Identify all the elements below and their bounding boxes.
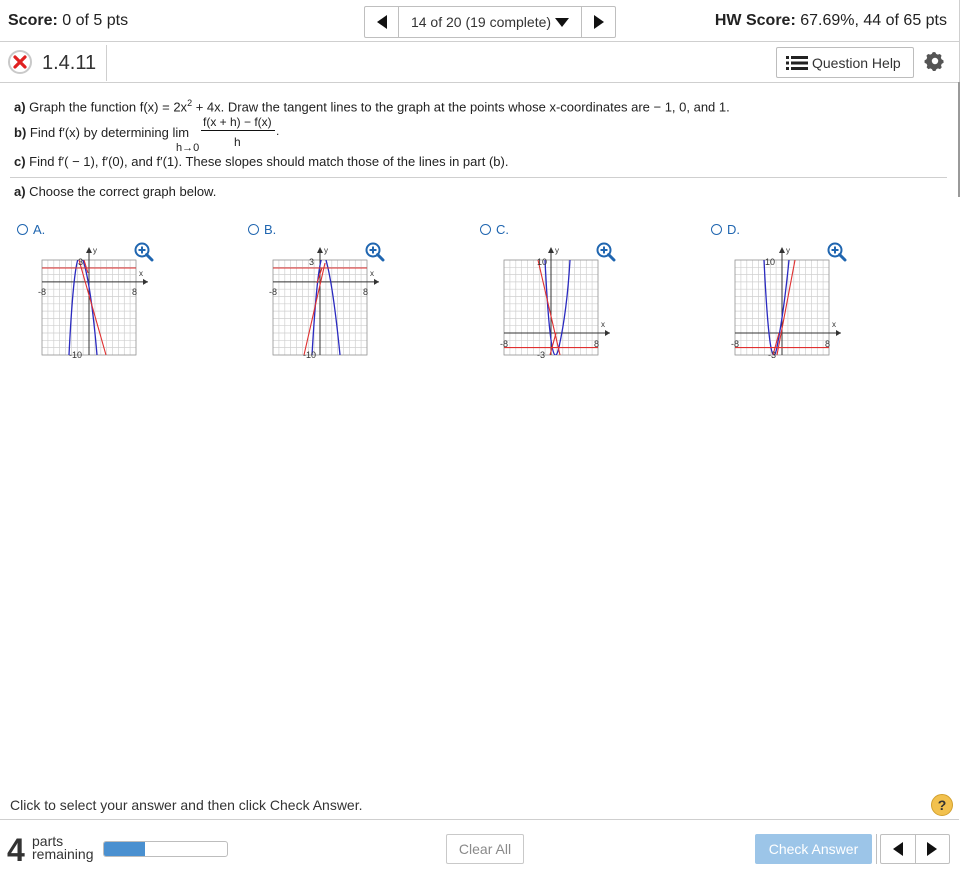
previous-question-button[interactable] bbox=[365, 7, 398, 37]
progress-bar bbox=[103, 841, 228, 857]
radio-c[interactable] bbox=[480, 224, 491, 235]
axis-label-x: x bbox=[139, 269, 143, 278]
incorrect-icon bbox=[8, 50, 32, 74]
question-help-button[interactable]: Question Help bbox=[776, 47, 914, 78]
question-navigator: 14 of 20 (19 complete) bbox=[364, 6, 616, 38]
tick-label: 8 bbox=[594, 339, 599, 349]
tick-label: -8 bbox=[731, 339, 739, 349]
tick-label: -3 bbox=[768, 350, 776, 359]
arrow-right-icon bbox=[593, 15, 604, 29]
divider bbox=[10, 177, 947, 178]
footer-instruction: Click to select your answer and then cli… bbox=[10, 797, 363, 813]
bottom-next-button[interactable] bbox=[914, 835, 950, 863]
gear-icon[interactable] bbox=[924, 50, 946, 72]
chevron-down-icon bbox=[555, 17, 570, 27]
tick-label: -10 bbox=[303, 350, 316, 359]
tick-label: 10 bbox=[765, 257, 775, 267]
tick-label: -8 bbox=[500, 339, 508, 349]
part-c-text: c) Find f′( − 1), f′(0), and f′(1). Thes… bbox=[14, 154, 509, 169]
limit-subscript: h→0 bbox=[176, 142, 200, 154]
fraction-bar bbox=[201, 130, 275, 131]
bottom-question-navigator bbox=[880, 834, 950, 864]
question-id-box: 1.4.11 bbox=[4, 45, 107, 81]
clear-all-button[interactable]: Clear All bbox=[446, 834, 524, 864]
hw-score: HW Score: 67.69%, 44 of 65 pts bbox=[714, 12, 947, 29]
option-c[interactable]: C. bbox=[480, 222, 509, 237]
axis-label-y: y bbox=[786, 246, 790, 255]
tick-label: 8 bbox=[132, 287, 137, 297]
arrow-left-icon bbox=[892, 842, 903, 856]
list-icon bbox=[786, 55, 808, 70]
separator bbox=[876, 834, 877, 864]
arrow-right-icon bbox=[927, 842, 938, 856]
graph-a[interactable]: 3 -10 -8 8 x y bbox=[36, 243, 156, 359]
tick-label: -8 bbox=[38, 287, 46, 297]
tick-label: -10 bbox=[69, 350, 82, 359]
tick-label: 3 bbox=[78, 257, 83, 267]
next-question-button[interactable] bbox=[582, 7, 615, 37]
tick-label: 10 bbox=[537, 257, 547, 267]
parts-remaining-label: parts remaining bbox=[32, 833, 94, 862]
part-b-period: . bbox=[276, 124, 280, 138]
radio-b[interactable] bbox=[248, 224, 259, 235]
tick-label: 8 bbox=[825, 339, 830, 349]
score: Score: 0 of 5 pts bbox=[8, 12, 129, 29]
check-answer-button[interactable]: Check Answer bbox=[755, 834, 872, 864]
help-icon[interactable]: ? bbox=[931, 794, 953, 816]
axis-label-y: y bbox=[324, 246, 328, 255]
tick-label: 3 bbox=[309, 257, 314, 267]
top-bar: Score: 0 of 5 pts 14 of 20 (19 complete)… bbox=[0, 0, 960, 42]
progress-fill bbox=[104, 842, 145, 856]
arrow-left-icon bbox=[376, 15, 387, 29]
graph-c[interactable]: 10 -3 -8 8 x y bbox=[498, 243, 618, 359]
option-a[interactable]: A. bbox=[17, 222, 45, 237]
bottom-previous-button[interactable] bbox=[881, 835, 915, 863]
option-d[interactable]: D. bbox=[711, 222, 740, 237]
axis-label-y: y bbox=[555, 246, 559, 255]
part-b-text: b) Find f′(x) by determining lim bbox=[14, 125, 190, 140]
fraction-numerator: f(x + h) − f(x) bbox=[203, 115, 272, 129]
question-id: 1.4.11 bbox=[42, 52, 97, 74]
tick-label: -8 bbox=[269, 287, 277, 297]
axis-label-y: y bbox=[93, 246, 97, 255]
tick-label: -3 bbox=[537, 350, 545, 359]
radio-d[interactable] bbox=[711, 224, 722, 235]
axis-label-x: x bbox=[601, 320, 605, 329]
parts-remaining-count: 4 bbox=[7, 832, 25, 868]
bottom-bar: 4 parts remaining Clear All Check Answer bbox=[0, 819, 959, 880]
instruction-text: a) Choose the correct graph below. bbox=[14, 184, 217, 199]
radio-a[interactable] bbox=[17, 224, 28, 235]
graph-d[interactable]: 10 -3 -8 8 x y bbox=[729, 243, 849, 359]
part-a-text: a) Graph the function f(x) = 2x2 + 4x. D… bbox=[14, 98, 730, 115]
option-b[interactable]: B. bbox=[248, 222, 276, 237]
question-list-dropdown[interactable]: 14 of 20 (19 complete) bbox=[398, 7, 582, 37]
graph-b[interactable]: 3 -10 -8 8 x y bbox=[267, 243, 387, 359]
axis-label-x: x bbox=[832, 320, 836, 329]
tick-label: 8 bbox=[363, 287, 368, 297]
axis-label-x: x bbox=[370, 269, 374, 278]
question-bar: 1.4.11 Question Help bbox=[0, 42, 960, 83]
fraction-denominator: h bbox=[234, 135, 241, 149]
scroll-edge bbox=[958, 82, 960, 197]
